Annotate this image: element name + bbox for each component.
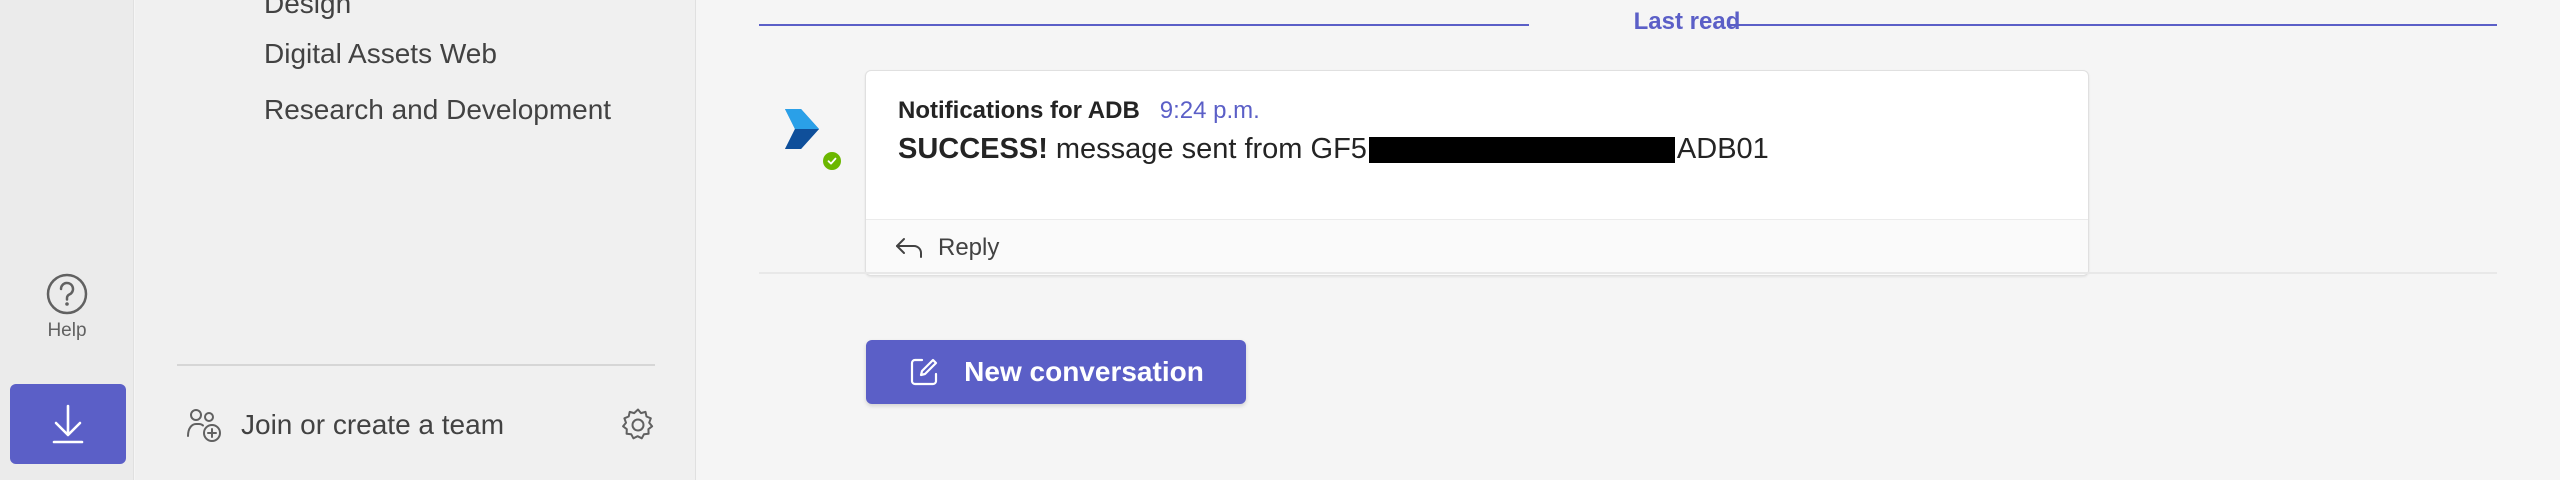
message-text-after: ADB01 xyxy=(1676,133,1769,165)
azure-bot-logo-icon xyxy=(785,109,819,149)
gear-icon xyxy=(622,408,654,440)
channel-item-digital-assets-web[interactable]: Digital Assets Web xyxy=(264,38,497,70)
last-read-line-right xyxy=(1727,24,2497,26)
message-body: SUCCESS! message sent from GF5 ADB01 xyxy=(898,133,1769,166)
people-add-icon xyxy=(187,409,221,442)
manage-teams-settings-button[interactable] xyxy=(619,406,657,449)
chat-pane: Last read Notifications for ADB 9:24 p.m… xyxy=(697,0,2560,480)
redacted-block xyxy=(1368,136,1675,163)
new-conversation-button[interactable]: New conversation xyxy=(866,340,1246,404)
help-icon xyxy=(46,273,88,315)
reply-button[interactable]: Reply xyxy=(866,219,2088,275)
message-card[interactable]: Notifications for ADB 9:24 p.m. SUCCESS!… xyxy=(865,70,2089,276)
channel-item-research-and-development[interactable]: Research and Development xyxy=(264,94,611,126)
message-text-before: message sent from GF5 xyxy=(1055,133,1367,165)
last-read-label: Last read xyxy=(1633,8,1741,35)
teams-panel: Design Digital Assets Web Research and D… xyxy=(135,0,696,480)
help-button[interactable]: Help xyxy=(26,272,108,350)
message-status-word: SUCCESS! xyxy=(898,133,1048,165)
join-or-create-team-label: Join or create a team xyxy=(241,409,505,440)
thread-separator xyxy=(759,272,2497,274)
download-app-button[interactable] xyxy=(10,384,126,464)
help-label: Help xyxy=(47,320,87,341)
compose-icon xyxy=(911,358,938,386)
panel-divider xyxy=(177,364,655,366)
check-icon xyxy=(827,157,837,165)
presence-available-badge xyxy=(821,150,843,172)
message-header: Notifications for ADB 9:24 p.m. xyxy=(898,97,1260,125)
download-icon xyxy=(52,404,84,444)
channel-item-design[interactable]: Design xyxy=(264,0,351,20)
reply-arrow-icon xyxy=(896,237,922,258)
join-or-create-team-button[interactable]: Join or create a team xyxy=(185,400,504,450)
message-timestamp: 9:24 p.m. xyxy=(1159,97,1260,124)
last-read-line-left xyxy=(759,24,1529,26)
new-conversation-label: New conversation xyxy=(964,356,1204,387)
app-rail: Help xyxy=(0,0,134,480)
reply-label: Reply xyxy=(938,233,1000,261)
message-sender: Notifications for ADB xyxy=(898,97,1140,124)
